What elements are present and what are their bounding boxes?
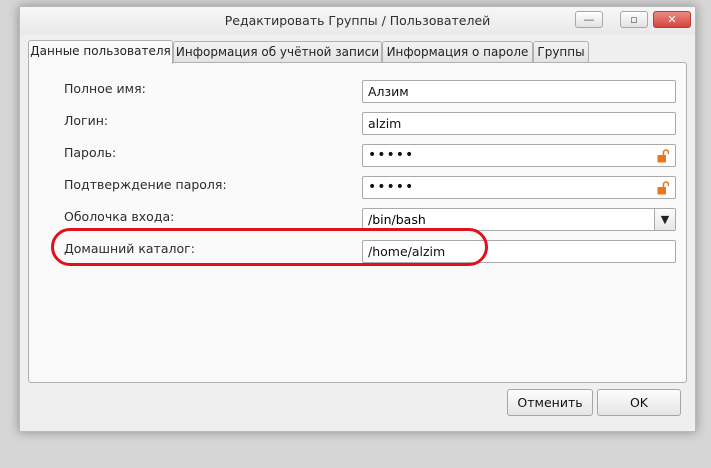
maximize-button[interactable]: ▫ xyxy=(620,11,648,28)
confirm-password-value: ••••• xyxy=(368,179,415,195)
home-dir-label: Домашний каталог: xyxy=(64,241,195,256)
full-name-label: Полное имя: xyxy=(64,81,146,96)
confirm-password-label: Подтверждение пароля: xyxy=(64,177,227,192)
login-field[interactable]: alzim xyxy=(362,112,676,135)
ok-button[interactable]: OK xyxy=(597,389,681,416)
shell-value: /bin/bash xyxy=(368,212,426,227)
tab-password-info[interactable]: Информация о пароле xyxy=(382,41,533,63)
password-value: ••••• xyxy=(368,147,415,163)
unlocked-padlock-icon[interactable] xyxy=(657,149,669,163)
cancel-button[interactable]: Отменить xyxy=(507,389,593,416)
title-bar[interactable]: Редактировать Группы / Пользователей — ▫… xyxy=(20,7,695,35)
tab-account-info[interactable]: Информация об учётной записи xyxy=(173,41,382,63)
home-dir-field[interactable]: /home/alzim xyxy=(362,240,676,263)
tab-user-data[interactable]: Данные пользователя xyxy=(28,40,173,64)
shell-label: Оболочка входа: xyxy=(64,209,175,224)
minimize-button[interactable]: — xyxy=(575,11,603,28)
tab-groups[interactable]: Группы xyxy=(533,41,589,63)
login-label: Логин: xyxy=(64,113,109,128)
close-button[interactable]: ✕ xyxy=(653,11,691,28)
shell-select[interactable]: /bin/bash ▼ xyxy=(362,208,676,231)
dropdown-arrow-icon[interactable]: ▼ xyxy=(654,209,675,230)
edit-user-dialog: Редактировать Группы / Пользователей — ▫… xyxy=(19,6,696,432)
unlocked-padlock-icon[interactable] xyxy=(657,181,669,195)
user-data-panel: Полное имя: Алзим Логин: alzim Пароль: •… xyxy=(28,62,687,383)
password-field[interactable]: ••••• xyxy=(362,144,676,167)
confirm-password-field[interactable]: ••••• xyxy=(362,176,676,199)
password-label: Пароль: xyxy=(64,145,117,160)
full-name-field[interactable]: Алзим xyxy=(362,80,676,103)
